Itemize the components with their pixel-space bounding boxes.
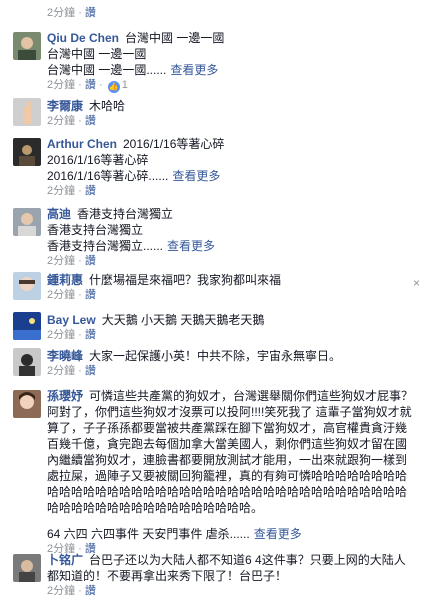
- commenter-name[interactable]: Qiu De Chen: [47, 31, 119, 45]
- like-link[interactable]: 讚: [85, 7, 96, 19]
- comment-text: 大家一起保護小英！中共不除，宇宙永無寧日。: [89, 349, 342, 363]
- commenter-name[interactable]: 李爾康: [47, 99, 83, 113]
- comment-text: 2016/1/16等著心碎......: [47, 169, 169, 183]
- avatar[interactable]: [13, 554, 41, 582]
- like-link[interactable]: 讚: [85, 289, 96, 301]
- commenter-name[interactable]: 鍾莉惠: [47, 273, 83, 287]
- like-link[interactable]: 讚: [85, 255, 96, 267]
- like-count[interactable]: 1: [122, 79, 128, 91]
- like-link[interactable]: 讚: [85, 365, 96, 377]
- comment-text: 香港支持台灣獨立: [47, 223, 144, 237]
- avatar[interactable]: [13, 208, 41, 236]
- like-link[interactable]: 讚: [85, 185, 96, 197]
- see-more-link[interactable]: 查看更多: [254, 527, 302, 541]
- comment-time[interactable]: 2分鐘: [47, 115, 75, 127]
- comment-text: 香港支持台灣獨立: [77, 207, 174, 221]
- comment-text: 可憐這些共產黨的狗奴才，台灣選舉關你們這些狗奴才屁事？阿對了，你們這些狗奴才沒票…: [47, 389, 414, 515]
- avatar[interactable]: [13, 312, 41, 340]
- like-link[interactable]: 讚: [85, 115, 96, 127]
- see-more-link[interactable]: 查看更多: [167, 239, 215, 253]
- comment-text: 台巴子还以为大陆人都不知道6 4这件事？只要上网的大陆人都知道的！不要再拿出来秀…: [47, 553, 406, 583]
- comment-time[interactable]: 2分鐘: [47, 289, 75, 301]
- avatar[interactable]: [13, 348, 41, 376]
- see-more-link[interactable]: 查看更多: [172, 169, 220, 183]
- comment-text: 64 六四 六四事件 天安門事件 虐杀......: [47, 527, 250, 541]
- comment-text: 香港支持台灣獨立......: [47, 239, 164, 253]
- avatar[interactable]: [13, 390, 41, 418]
- comment-time[interactable]: 2分鐘: [47, 185, 75, 197]
- avatar[interactable]: [13, 98, 41, 126]
- comment-time[interactable]: 2分鐘: [47, 7, 75, 19]
- comment-text: 木哈哈: [89, 99, 126, 113]
- comment-text: 台灣中國 一邊一國: [47, 47, 147, 61]
- comment-text: 什麼場福是來福吧？我家狗都叫來福: [89, 273, 282, 287]
- commenter-name[interactable]: 孫瓔妤: [47, 389, 83, 403]
- comment-text: 2016/1/16等著心碎: [123, 137, 225, 151]
- like-link[interactable]: 讚: [85, 79, 96, 91]
- like-link[interactable]: 讚: [85, 329, 96, 341]
- avatar[interactable]: [13, 32, 41, 60]
- commenter-name[interactable]: Arthur Chen: [47, 137, 117, 151]
- comment-time[interactable]: 2分鐘: [47, 79, 75, 91]
- comment-feed: 2分鐘 · 讚 Qiu De Chen 台灣中國 一邊一國 台灣中國 一邊一國 台…: [0, 0, 430, 600]
- comment-text: 大天鵝 小天鵝 天鵝天鵝老天鵝: [101, 313, 265, 327]
- close-icon[interactable]: ×: [413, 276, 420, 290]
- comment-time[interactable]: 2分鐘: [47, 255, 75, 267]
- commenter-name[interactable]: Bay Lew: [47, 313, 96, 327]
- comment-text: 台灣中國 一邊一國......: [47, 63, 167, 77]
- avatar[interactable]: [13, 272, 41, 300]
- comment-text: 台灣中國 一邊一國: [125, 31, 225, 45]
- see-more-link[interactable]: 查看更多: [170, 63, 218, 77]
- commenter-name[interactable]: 高迪: [47, 207, 71, 221]
- comment-time[interactable]: 2分鐘: [47, 329, 75, 341]
- comment-text: 2016/1/16等著心碎: [47, 153, 149, 167]
- like-link[interactable]: 讚: [85, 585, 96, 597]
- thumbs-up-icon: 👍: [107, 81, 120, 93]
- comment-time[interactable]: 2分鐘: [47, 585, 75, 597]
- commenter-name[interactable]: 卜铭广: [47, 553, 83, 567]
- avatar[interactable]: [13, 138, 41, 166]
- commenter-name[interactable]: 李曉峰: [47, 349, 83, 363]
- comment-time[interactable]: 2分鐘: [47, 365, 75, 377]
